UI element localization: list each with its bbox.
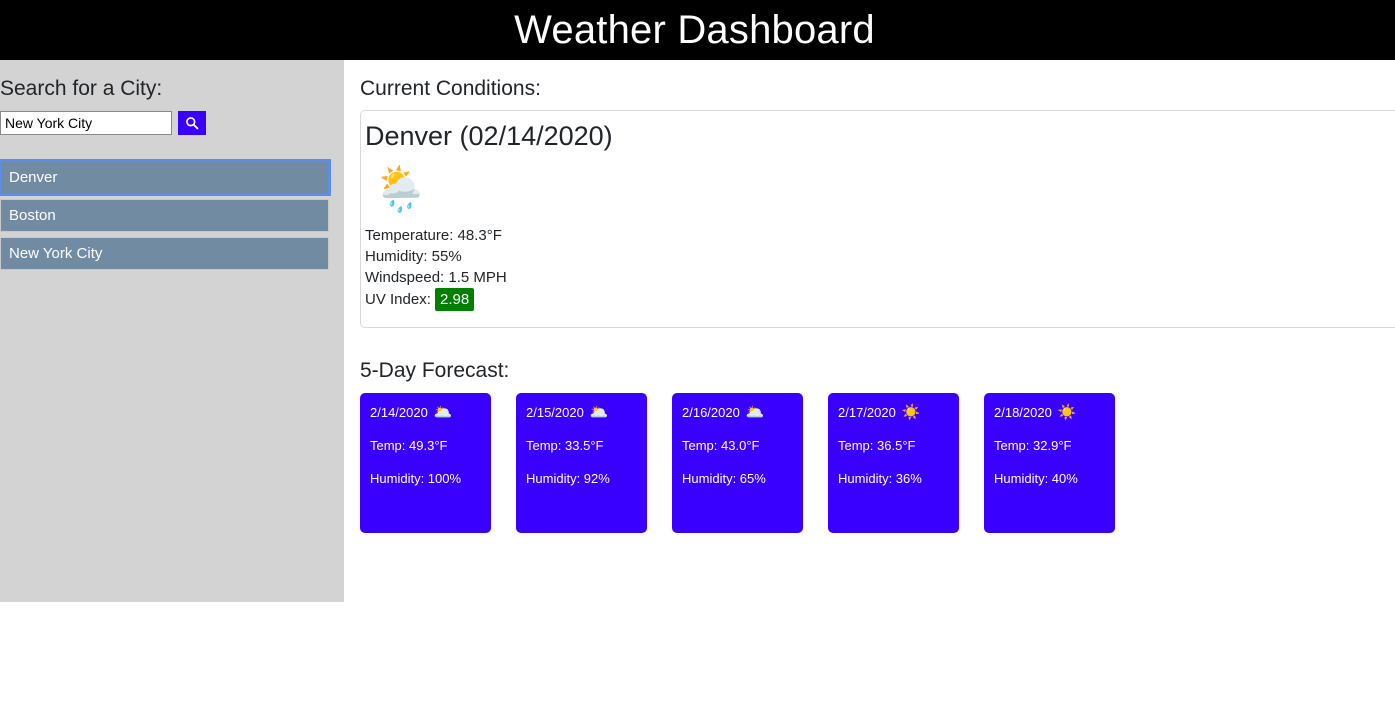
- forecast-list: 2/14/2020 🌥️ Temp: 49.3°F Humidity: 100%…: [360, 393, 1395, 533]
- forecast-temp: Temp: 49.3°F: [370, 438, 448, 453]
- search-button[interactable]: [178, 111, 206, 135]
- main-content: Current Conditions: Denver (02/14/2020) …: [344, 60, 1395, 549]
- search-icon: [185, 116, 199, 130]
- forecast-date: 2/15/2020: [526, 405, 584, 420]
- forecast-date: 2/14/2020: [370, 405, 428, 420]
- temperature-value: Temperature: 48.3°F: [365, 227, 502, 244]
- forecast-temp: Temp: 32.9°F: [994, 438, 1072, 453]
- city-list: Denver Boston New York City: [0, 159, 331, 270]
- forecast-heading: 5-Day Forecast:: [360, 359, 510, 382]
- uv-index-label: UV Index:: [365, 291, 431, 308]
- forecast-date-row: 2/18/2020 ☀️: [994, 405, 1105, 421]
- city-name: Boston: [9, 207, 56, 224]
- uv-index-badge: 2.98: [435, 288, 475, 311]
- forecast-date-row: 2/16/2020 🌥️: [682, 405, 793, 421]
- forecast-temp: Temp: 36.5°F: [838, 438, 916, 453]
- broken-clouds-icon: 🌥️: [433, 404, 453, 421]
- search-label: Search for a City:: [0, 77, 163, 100]
- forecast-card: 2/17/2020 ☀️ Temp: 36.5°F Humidity: 36%: [828, 393, 959, 533]
- page-body: Search for a City: Denver Boston New: [0, 60, 1395, 602]
- forecast-humidity: Humidity: 36%: [838, 471, 922, 486]
- city-name: New York City: [9, 245, 103, 262]
- broken-clouds-icon: 🌥️: [589, 404, 609, 421]
- uv-index-row: UV Index: 2.98: [365, 288, 1390, 311]
- search-form: [0, 111, 328, 135]
- humidity-value: Humidity: 55%: [365, 248, 462, 265]
- page-title: Weather Dashboard: [514, 8, 875, 52]
- forecast-date: 2/16/2020: [682, 405, 740, 420]
- windspeed-value: Windspeed: 1.5 MPH: [365, 269, 507, 286]
- sun-icon: ☀️: [1057, 404, 1077, 421]
- forecast-temp: Temp: 43.0°F: [682, 438, 760, 453]
- forecast-date-row: 2/15/2020 🌥️: [526, 405, 637, 421]
- sidebar: Search for a City: Denver Boston New: [0, 60, 344, 602]
- city-list-item[interactable]: Boston: [0, 199, 329, 232]
- forecast-card: 2/16/2020 🌥️ Temp: 43.0°F Humidity: 65%: [672, 393, 803, 533]
- current-conditions-heading: Current Conditions:: [360, 77, 541, 100]
- forecast-date-row: 2/14/2020 🌥️: [370, 405, 481, 421]
- forecast-date-row: 2/17/2020 ☀️: [838, 405, 949, 421]
- city-list-item[interactable]: Denver: [0, 159, 331, 196]
- forecast-card: 2/18/2020 ☀️ Temp: 32.9°F Humidity: 40%: [984, 393, 1115, 533]
- app-header: Weather Dashboard: [0, 0, 1395, 60]
- search-input[interactable]: [0, 111, 172, 135]
- current-conditions-card: Denver (02/14/2020) 🌦️ Temperature: 48.3…: [360, 110, 1395, 328]
- current-city-date: Denver (02/14/2020): [365, 121, 613, 151]
- forecast-humidity: Humidity: 65%: [682, 471, 766, 486]
- forecast-temp: Temp: 33.5°F: [526, 438, 604, 453]
- forecast-humidity: Humidity: 40%: [994, 471, 1078, 486]
- forecast-date: 2/18/2020: [994, 405, 1052, 420]
- forecast-card: 2/15/2020 🌥️ Temp: 33.5°F Humidity: 92%: [516, 393, 647, 533]
- sun-icon: ☀️: [901, 404, 921, 421]
- forecast-card: 2/14/2020 🌥️ Temp: 49.3°F Humidity: 100%: [360, 393, 491, 533]
- forecast-humidity: Humidity: 92%: [526, 471, 610, 486]
- city-list-item[interactable]: New York City: [0, 237, 329, 270]
- broken-clouds-icon: 🌥️: [745, 404, 765, 421]
- sun-behind-rain-cloud-icon: 🌦️: [373, 165, 428, 214]
- forecast-humidity: Humidity: 100%: [370, 471, 462, 486]
- city-name: Denver: [9, 169, 58, 186]
- forecast-date: 2/17/2020: [838, 405, 896, 420]
